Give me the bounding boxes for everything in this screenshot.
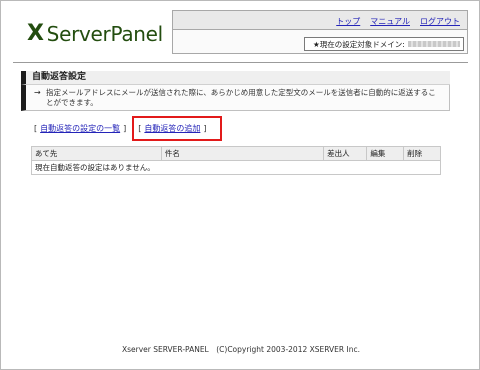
domain-name-redacted xyxy=(407,41,460,47)
empty-message: 現在自動返答の設定はありません。 xyxy=(31,160,441,175)
current-domain-label: ★現在の設定対象ドメイン: xyxy=(313,39,405,49)
nav-manual-link[interactable]: マニュアル xyxy=(370,16,410,27)
logo-text: ServerPanel xyxy=(46,21,164,46)
column-header-subject: 件名 xyxy=(160,146,325,161)
column-header-edit: 編集 xyxy=(366,146,405,161)
column-header-delete: 削除 xyxy=(403,146,441,161)
footer-copyright: Xserver SERVER-PANEL (C)Copyright 2003-2… xyxy=(121,345,360,354)
nav-logout-link[interactable]: ログアウト xyxy=(420,16,460,27)
autoreply-table: あて先 件名 差出人 編集 削除 現在自動返答の設定はありません。 xyxy=(31,146,441,175)
logo-x-mark: X xyxy=(27,21,44,46)
table-row: 現在自動返答の設定はありません。 xyxy=(31,160,441,175)
serverpanel-logo: X ServerPanel xyxy=(27,21,163,46)
highlight-box xyxy=(132,116,222,141)
header-divider xyxy=(13,62,468,63)
autoreply-list-link[interactable]: 自動返答の設定の一覧 xyxy=(40,123,120,134)
top-nav: トップ マニュアル ログアウト xyxy=(336,16,460,27)
bracket-close: ] xyxy=(123,124,127,133)
bracket-open: [ xyxy=(34,124,38,133)
description-text: 指定メールアドレスにメールが送信された際に、あらかじめ用意した定型文のメールを送… xyxy=(46,88,436,107)
current-domain-box: ★現在の設定対象ドメイン: xyxy=(304,37,464,51)
page-description: → 指定メールアドレスにメールが送信された際に、あらかじめ用意した定型文のメール… xyxy=(21,85,450,111)
page-title: 自動返答設定 xyxy=(21,71,450,85)
arrow-right-icon: → xyxy=(34,88,41,97)
nav-top-link[interactable]: トップ xyxy=(336,16,360,27)
column-header-sender: 差出人 xyxy=(323,146,368,161)
page-frame: X ServerPanel トップ マニュアル ログアウト ★現在の設定対象ドメ… xyxy=(0,0,480,370)
table-header-row: あて先 件名 差出人 編集 削除 xyxy=(31,146,441,161)
column-header-recipient: あて先 xyxy=(31,146,162,161)
